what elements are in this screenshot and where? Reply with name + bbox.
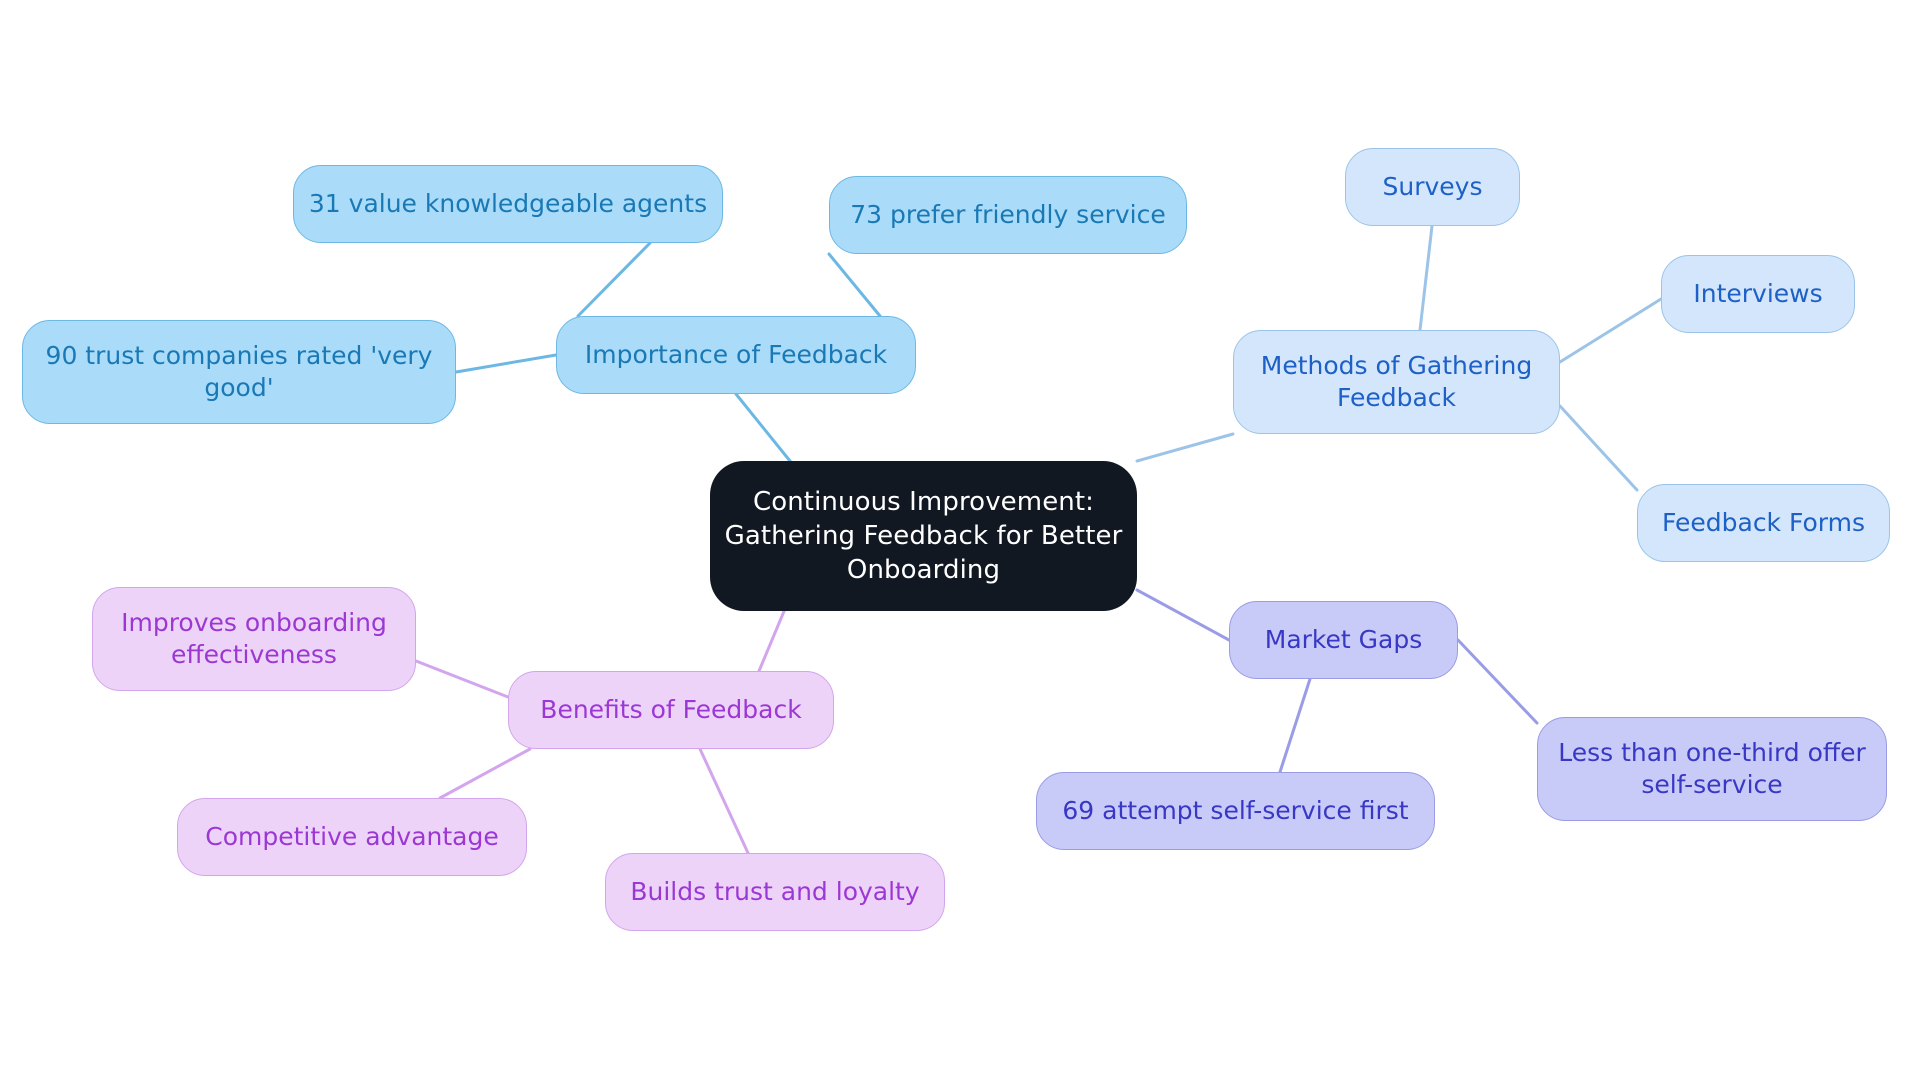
- node-label: Feedback Forms: [1661, 507, 1865, 537]
- edge-importance-prefer: [827, 252, 882, 318]
- node-label: Importance of Feedback: [584, 339, 888, 369]
- edge-methods-interviews: [1558, 297, 1663, 364]
- branch-node-methods-of-gathering-feedback[interactable]: Methods of Gathering Feedback: [1233, 330, 1560, 434]
- leaf-node-feedback-forms[interactable]: Feedback Forms: [1637, 484, 1890, 562]
- branch-node-importance-of-feedback[interactable]: Importance of Feedback: [556, 316, 916, 394]
- leaf-node-builds-trust-and-loyalty[interactable]: Builds trust and loyalty: [605, 853, 945, 931]
- leaf-node-attempt-self-service-first[interactable]: 69 attempt self-service first: [1036, 772, 1435, 850]
- edge-root-importance: [734, 392, 792, 463]
- node-label: Interviews: [1693, 278, 1823, 308]
- edge-methods-forms: [1558, 404, 1639, 492]
- node-label: 69 attempt self-service first: [1062, 795, 1409, 825]
- leaf-node-interviews[interactable]: Interviews: [1661, 255, 1855, 333]
- edge-benefits-builds: [698, 747, 750, 855]
- branch-node-market-gaps[interactable]: Market Gaps: [1229, 601, 1458, 679]
- leaf-node-value-knowledgeable-agents[interactable]: 31 value knowledgeable agents: [293, 165, 723, 243]
- node-label: Builds trust and loyalty: [630, 876, 920, 906]
- node-label: Methods of Gathering Feedback: [1260, 350, 1533, 413]
- node-label: Benefits of Feedback: [540, 694, 802, 724]
- root-node-root[interactable]: Continuous Improvement: Gathering Feedba…: [710, 461, 1137, 611]
- branch-node-benefits-of-feedback[interactable]: Benefits of Feedback: [508, 671, 834, 749]
- node-label: Improves onboarding effectiveness: [121, 607, 387, 670]
- node-label: 73 prefer friendly service: [850, 199, 1166, 229]
- node-label: 90 trust companies rated 'very good': [45, 340, 433, 403]
- edge-methods-surveys: [1418, 224, 1434, 332]
- node-label: Market Gaps: [1264, 624, 1423, 654]
- leaf-node-prefer-friendly-service[interactable]: 73 prefer friendly service: [829, 176, 1187, 254]
- node-label: Surveys: [1382, 171, 1483, 201]
- leaf-node-less-than-one-third-offer-self-service[interactable]: Less than one-third offer self-service: [1537, 717, 1887, 821]
- edge-importance-value: [576, 241, 652, 318]
- mindmap-canvas: Continuous Improvement: Gathering Feedba…: [0, 0, 1920, 1083]
- edge-root-market-gaps: [1135, 588, 1231, 642]
- edge-root-methods: [1135, 432, 1235, 463]
- edge-importance-trust: [454, 353, 558, 374]
- node-label: Continuous Improvement: Gathering Feedba…: [724, 486, 1123, 586]
- leaf-node-trust-companies-rated-very-good[interactable]: 90 trust companies rated 'very good': [22, 320, 456, 424]
- edge-benefits-competitive: [438, 747, 532, 800]
- edge-market-less-third: [1456, 638, 1539, 725]
- node-label: Competitive advantage: [205, 821, 499, 851]
- leaf-node-improves-onboarding-effectiveness[interactable]: Improves onboarding effectiveness: [92, 587, 416, 691]
- node-label: 31 value knowledgeable agents: [308, 188, 708, 218]
- node-label: Less than one-third offer self-service: [1558, 737, 1866, 800]
- edge-benefits-improves: [414, 659, 510, 699]
- leaf-node-surveys[interactable]: Surveys: [1345, 148, 1520, 226]
- leaf-node-competitive-advantage[interactable]: Competitive advantage: [177, 798, 527, 876]
- edge-market-attempt: [1278, 677, 1312, 774]
